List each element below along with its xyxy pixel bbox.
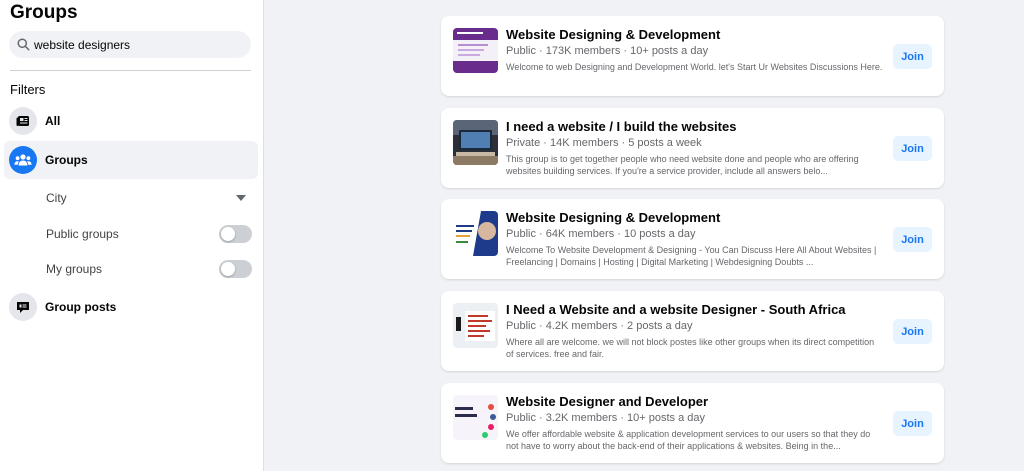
group-thumbnail <box>453 120 498 165</box>
public-groups-label: Public groups <box>46 227 119 241</box>
filter-all-label: All <box>45 114 61 128</box>
group-title[interactable]: Website Designing & Development <box>506 210 720 225</box>
city-dropdown[interactable]: City <box>46 188 252 208</box>
group-description: Welcome to web Designing and Development… <box>506 62 883 72</box>
group-thumbnail <box>453 211 498 256</box>
group-description: Welcome To Website Development & Designi… <box>506 245 877 267</box>
group-title[interactable]: Website Designing & Development <box>506 27 720 42</box>
public-groups-filter: Public groups <box>46 224 252 244</box>
search-icon <box>17 38 30 51</box>
my-groups-label: My groups <box>46 262 103 276</box>
group-title[interactable]: Website Designer and Developer <box>506 394 708 409</box>
city-label: City <box>46 191 67 205</box>
group-description: We offer affordable website & applicatio… <box>506 429 871 451</box>
group-result-card[interactable]: I Need a Website and a website Designer … <box>441 291 944 371</box>
join-button[interactable]: Join <box>893 227 932 252</box>
join-button[interactable]: Join <box>893 136 932 161</box>
group-thumbnail <box>453 395 498 440</box>
group-result-card[interactable]: Website Designer and Developer Public · … <box>441 383 944 463</box>
my-groups-filter: My groups <box>46 259 252 279</box>
group-title[interactable]: I Need a Website and a website Designer … <box>506 302 846 317</box>
sidebar-divider <box>10 70 251 71</box>
my-groups-toggle[interactable] <box>219 260 252 278</box>
filter-all[interactable]: All <box>4 102 258 140</box>
group-result-card[interactable]: I need a website / I build the websites … <box>441 108 944 188</box>
join-button[interactable]: Join <box>893 44 932 69</box>
filter-groups-label: Groups <box>45 153 88 167</box>
sidebar-title: Groups <box>10 2 78 23</box>
public-groups-toggle[interactable] <box>219 225 252 243</box>
group-title[interactable]: I need a website / I build the websites <box>506 119 736 134</box>
groups-sidebar: Groups Filters All <box>0 0 264 471</box>
group-meta: Public · 173K members · 10+ posts a day <box>506 45 709 57</box>
search-box[interactable] <box>9 31 251 58</box>
filter-group-posts-label: Group posts <box>45 300 117 314</box>
group-description: Where all are welcome. we will not block… <box>506 337 875 359</box>
group-thumbnail <box>453 28 498 73</box>
group-description: This group is to get together people who… <box>506 154 859 176</box>
group-meta: Private · 14K members · 5 posts a week <box>506 137 702 149</box>
group-meta: Public · 4.2K members · 2 posts a day <box>506 320 693 332</box>
group-thumbnail <box>453 303 498 348</box>
group-meta: Public · 64K members · 10 posts a day <box>506 228 696 240</box>
search-input[interactable] <box>34 37 234 52</box>
join-button[interactable]: Join <box>893 411 932 436</box>
group-result-card[interactable]: Website Designing & Development Public ·… <box>441 199 944 279</box>
groups-icon <box>9 146 37 174</box>
group-meta: Public · 3.2K members · 10+ posts a day <box>506 412 706 424</box>
join-button[interactable]: Join <box>893 319 932 344</box>
filter-group-posts[interactable]: Group posts <box>4 288 258 326</box>
filter-groups[interactable]: Groups <box>4 141 258 179</box>
feed-icon <box>9 107 37 135</box>
caret-down-icon <box>236 195 246 201</box>
group-result-card[interactable]: Website Designing & Development Public ·… <box>441 16 944 96</box>
group-posts-icon <box>9 293 37 321</box>
filters-heading: Filters <box>10 82 46 97</box>
